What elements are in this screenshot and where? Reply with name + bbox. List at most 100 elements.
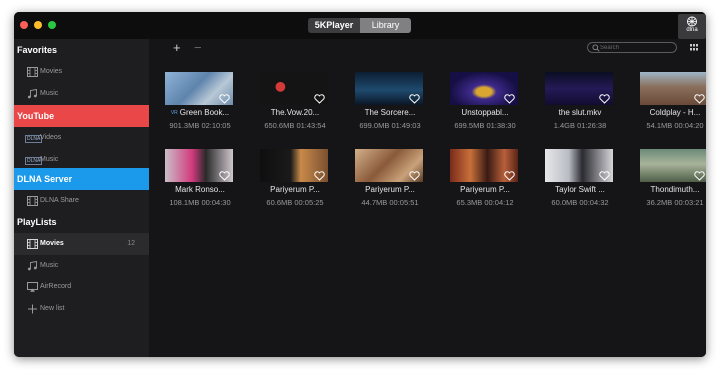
video-size: 44.7MB — [361, 198, 388, 207]
video-title: Taylor Swift ... — [555, 185, 605, 194]
zoom-window-button[interactable] — [48, 21, 56, 29]
video-title: Thondimuth... — [650, 185, 700, 194]
tab-library[interactable]: Library — [360, 18, 411, 33]
video-thumbnail — [165, 149, 233, 182]
heart-icon[interactable] — [219, 171, 230, 181]
sidebar-item-label: AirRecord — [40, 283, 72, 290]
sidebar-item-playlist-movies[interactable]: Movies 12 — [14, 233, 149, 255]
music-note-icon — [27, 261, 37, 271]
video-item[interactable]: Coldplay - H... 54.1MB 00:04:20 — [632, 72, 706, 146]
section-dlna-server: DLNA Server — [14, 168, 149, 190]
sidebar-item-new-list[interactable]: New list — [14, 298, 149, 320]
video-duration: 00:04:30 — [201, 198, 231, 207]
video-thumbnail — [640, 72, 706, 105]
video-meta: 108.1MB 00:04:30 — [157, 198, 243, 207]
video-meta: 44.7MB 00:05:51 — [347, 198, 433, 207]
sidebar-item-favorites-music[interactable]: Music — [14, 83, 149, 105]
heart-icon[interactable] — [314, 94, 325, 104]
video-title: Pariyerum P... — [460, 185, 510, 194]
video-title: the slut.mkv — [558, 108, 602, 117]
video-meta: 699.0MB 01:49:03 — [347, 121, 433, 130]
video-duration: 00:04:12 — [484, 198, 514, 207]
video-title: The Sorcere... — [364, 108, 416, 117]
search-input[interactable] — [600, 43, 674, 52]
video-item[interactable]: Thondimuth... 36.2MB 00:03:21 — [632, 149, 706, 223]
video-meta: 65.3MB 00:04:12 — [442, 198, 528, 207]
vr-badge: VR — [170, 110, 178, 116]
sidebar-item-label: DLNA Share — [40, 197, 79, 204]
video-duration: 01:43:54 — [296, 121, 326, 130]
video-thumbnail — [640, 149, 706, 182]
heart-icon[interactable] — [504, 171, 515, 181]
tab-5kplayer[interactable]: 5KPlayer — [308, 18, 360, 33]
heart-icon[interactable] — [694, 171, 705, 181]
video-item[interactable]: VR Green Book... 901.3MB 02:10:05 — [157, 72, 243, 146]
video-duration: 02:10:05 — [201, 121, 231, 130]
video-item[interactable]: The Sorcere... 699.0MB 01:49:03 — [347, 72, 433, 146]
video-meta: 54.1MB 00:04:20 — [632, 121, 706, 130]
item-count: 12 — [127, 240, 135, 247]
minimize-window-button[interactable] — [34, 21, 42, 29]
film-icon — [27, 196, 38, 206]
video-size: 60.0MB — [551, 198, 578, 207]
heart-icon[interactable] — [504, 94, 515, 104]
sidebar-item-label: New list — [40, 305, 65, 312]
title-bar: 5KPlayer Library dlna — [14, 12, 706, 39]
video-meta: 901.3MB 02:10:05 — [157, 121, 243, 130]
video-thumbnail — [545, 72, 613, 105]
sidebar-item-label: Music — [40, 262, 59, 269]
video-size: 60.6MB — [266, 198, 293, 207]
video-thumbnail — [260, 149, 328, 182]
sidebar-item-label: Music — [40, 90, 59, 97]
video-thumbnail — [260, 72, 328, 105]
sidebar-item-label: Videos — [40, 134, 62, 141]
heart-icon[interactable] — [409, 171, 420, 181]
video-title: Coldplay - H... — [649, 108, 701, 117]
video-title: Unstoppabl... — [461, 108, 509, 117]
app-window: 5KPlayer Library dlna Favorites Movies M… — [14, 12, 706, 357]
sidebar-item-youtube-videos[interactable]: DLNA Videos — [14, 127, 149, 149]
video-item[interactable]: Unstoppabl... 699.5MB 01:38:30 — [442, 72, 528, 146]
heart-icon[interactable] — [599, 171, 610, 181]
video-size: 699.0MB — [359, 121, 390, 130]
dlna-button[interactable]: dlna — [678, 14, 706, 39]
video-item[interactable]: the slut.mkv 1.4GB 01:26:38 — [537, 72, 623, 146]
video-item[interactable]: Pariyerum P... 65.3MB 00:04:12 — [442, 149, 528, 223]
video-thumbnail — [355, 149, 423, 182]
video-thumbnail — [545, 149, 613, 182]
sidebar-item-dlna-share[interactable]: DLNA Share — [14, 190, 149, 212]
remove-media-button[interactable]: − — [194, 40, 202, 55]
heart-icon[interactable] — [314, 171, 325, 181]
video-duration: 00:05:51 — [389, 198, 419, 207]
video-size: 1.4GB — [553, 121, 575, 130]
dlna-label: dlna — [686, 27, 698, 33]
video-item[interactable]: The.Vow.20... 650.6MB 01:43:54 — [252, 72, 338, 146]
video-item[interactable]: Taylor Swift ... 60.0MB 00:04:32 — [537, 149, 623, 223]
add-media-button[interactable]: + — [173, 40, 181, 55]
video-meta: 60.0MB 00:04:32 — [537, 198, 623, 207]
close-window-button[interactable] — [20, 21, 28, 29]
film-icon — [27, 239, 38, 249]
video-item[interactable]: Pariyerum P... 44.7MB 00:05:51 — [347, 149, 433, 223]
heart-icon[interactable] — [409, 94, 420, 104]
video-title: The.Vow.20... — [270, 108, 320, 117]
video-size: 901.3MB — [169, 121, 200, 130]
sidebar-item-favorites-movies[interactable]: Movies — [14, 61, 149, 83]
grid-view-icon[interactable] — [690, 44, 698, 51]
heart-icon[interactable] — [694, 94, 705, 104]
dlna-icon — [687, 16, 697, 27]
video-item[interactable]: Mark Ronso... 108.1MB 00:04:30 — [157, 149, 243, 223]
sidebar-item-playlist-airrecord[interactable]: AirRecord — [14, 276, 149, 298]
airplay-icon — [27, 282, 38, 292]
video-title: Pariyerum P... — [365, 185, 415, 194]
heart-icon[interactable] — [599, 94, 610, 104]
video-duration: 00:05:25 — [294, 198, 324, 207]
video-meta: 699.5MB 01:38:30 — [442, 121, 528, 130]
video-meta: 650.6MB 01:43:54 — [252, 121, 338, 130]
video-title: Pariyerum P... — [270, 185, 320, 194]
heart-icon[interactable] — [219, 94, 230, 104]
video-item[interactable]: Pariyerum P... 60.6MB 00:05:25 — [252, 149, 338, 223]
section-youtube: YouTube — [14, 105, 149, 127]
sidebar-item-playlist-music[interactable]: Music — [14, 255, 149, 277]
music-note-icon — [27, 89, 37, 99]
